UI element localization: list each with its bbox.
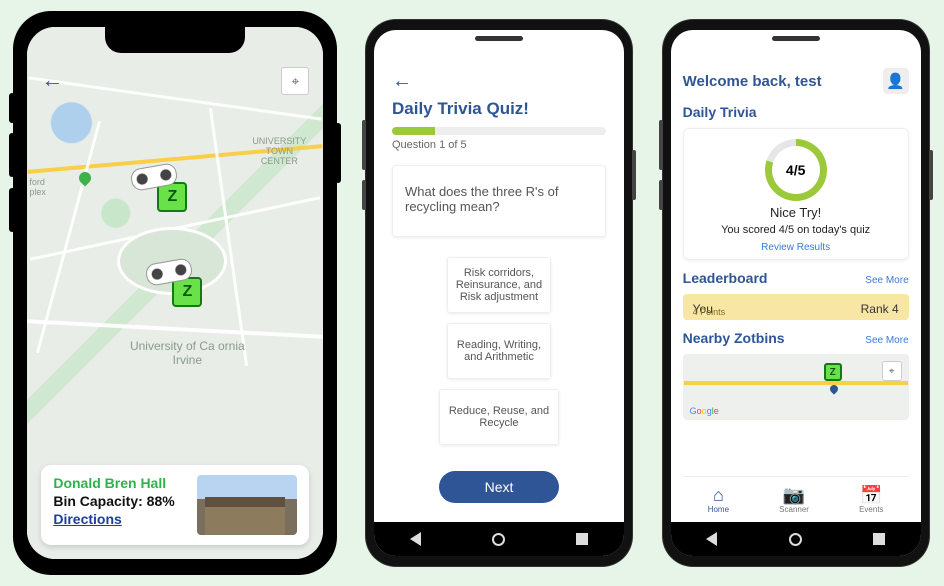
side-button xyxy=(335,123,341,183)
bin-capacity: Bin Capacity: 88% xyxy=(53,493,187,509)
home-header: Welcome back, test 👤 xyxy=(683,68,909,94)
trivia-headline: Nice Try! xyxy=(770,205,821,220)
trivia-card: 4/5 Nice Try! You scored 4/5 on today's … xyxy=(683,128,909,260)
quiz-progress xyxy=(392,127,606,135)
nav-recent-icon[interactable] xyxy=(873,533,885,545)
quiz-progress-fill xyxy=(392,127,435,135)
see-more-link[interactable]: See More xyxy=(865,275,908,286)
google-logo: Google xyxy=(690,406,719,416)
tab-events[interactable]: 📅 Events xyxy=(859,486,883,514)
status-bar xyxy=(671,30,921,56)
tab-home[interactable]: ⌂ Home xyxy=(708,486,729,514)
tab-label: Scanner xyxy=(779,505,809,514)
camera-icon: 📷 xyxy=(783,486,805,504)
phone-map: Z Z UNIVERSITY TOWN CENTER University of… xyxy=(15,13,335,573)
calendar-icon: 📅 xyxy=(860,486,882,504)
nav-home-icon[interactable] xyxy=(789,533,802,546)
side-button xyxy=(632,150,636,200)
answer-option[interactable]: Reading, Writing, and Arithmetic xyxy=(447,323,551,379)
leaderboard-points: 4 Points xyxy=(693,307,726,317)
tab-label: Events xyxy=(859,505,883,514)
section-title: Leaderboard xyxy=(683,270,768,286)
speaker xyxy=(475,36,523,41)
review-results-link[interactable]: Review Results xyxy=(761,242,830,253)
map-label-town-center: UNIVERSITY TOWN CENTER xyxy=(249,137,309,167)
home-body: Welcome back, test 👤 Daily Trivia 4/5 Ni… xyxy=(671,56,921,522)
map-poi-pin[interactable] xyxy=(77,170,94,187)
home-icon: ⌂ xyxy=(713,486,724,504)
locate-button[interactable]: ⌖ xyxy=(882,361,902,381)
zotbin-marker[interactable]: Z xyxy=(172,277,202,307)
map-label-uci: University of Ca ornia Irvine xyxy=(127,339,247,367)
leaderboard-row-you[interactable]: You Rank 4 4 Points xyxy=(683,294,909,320)
see-more-link[interactable]: See More xyxy=(865,335,908,346)
side-button xyxy=(929,150,933,200)
nav-back-icon[interactable] xyxy=(706,532,717,546)
bottom-tabbar: ⌂ Home 📷 Scanner 📅 Events xyxy=(683,476,909,522)
map-road xyxy=(684,381,908,385)
tab-scanner[interactable]: 📷 Scanner xyxy=(779,486,809,514)
nav-home-icon[interactable] xyxy=(492,533,505,546)
side-button xyxy=(9,188,15,232)
bin-title: Donald Bren Hall xyxy=(53,475,187,491)
question-card: What does the three R's of recycling mea… xyxy=(392,165,606,237)
phone-home: Welcome back, test 👤 Daily Trivia 4/5 Ni… xyxy=(663,20,929,566)
map-road xyxy=(209,108,248,366)
score-ring: 4/5 xyxy=(765,139,827,201)
side-button xyxy=(9,93,15,123)
side-button xyxy=(659,180,663,210)
quiz-body: ← Daily Trivia Quiz! Question 1 of 5 Wha… xyxy=(374,56,624,522)
side-button xyxy=(362,180,366,210)
speaker xyxy=(772,36,820,41)
trivia-subtext: You scored 4/5 on today's quiz xyxy=(721,224,870,236)
bin-info-text: Donald Bren Hall Bin Capacity: 88% Direc… xyxy=(53,475,187,535)
welcome-text: Welcome back, test xyxy=(683,73,822,90)
map-road xyxy=(27,319,323,338)
nearby-minimap[interactable]: Z ⌖ Google xyxy=(683,354,909,420)
map-road xyxy=(36,121,101,354)
nav-back-icon[interactable] xyxy=(410,532,421,546)
tab-label: Home xyxy=(708,505,729,514)
quiz-title: Daily Trivia Quiz! xyxy=(392,99,606,119)
side-button xyxy=(659,120,663,170)
section-leaderboard-header: Leaderboard See More xyxy=(683,270,909,286)
android-navbar xyxy=(374,522,624,556)
android-navbar xyxy=(671,522,921,556)
zotbin-marker[interactable]: Z xyxy=(157,182,187,212)
nav-recent-icon[interactable] xyxy=(576,533,588,545)
phone3-screen: Welcome back, test 👤 Daily Trivia 4/5 Ni… xyxy=(671,30,921,556)
zotbin-marker[interactable]: Z xyxy=(824,363,842,381)
back-arrow-icon[interactable]: ← xyxy=(41,67,63,93)
bin-info-card: Donald Bren Hall Bin Capacity: 88% Direc… xyxy=(41,465,309,545)
answer-option[interactable]: Risk corridors, Reinsurance, and Risk ad… xyxy=(447,257,551,313)
next-button[interactable]: Next xyxy=(439,471,559,503)
directions-link[interactable]: Directions xyxy=(53,511,187,527)
section-trivia-header: Daily Trivia xyxy=(683,104,909,120)
back-arrow-icon[interactable]: ← xyxy=(392,70,606,93)
side-button xyxy=(9,133,15,177)
map-road xyxy=(29,76,323,120)
section-nearby-header: Nearby Zotbins See More xyxy=(683,330,909,346)
question-counter: Question 1 of 5 xyxy=(392,139,606,151)
section-title: Daily Trivia xyxy=(683,104,757,120)
locate-button[interactable]: ⌖ xyxy=(281,67,309,95)
phone-trivia-quiz: ← Daily Trivia Quiz! Question 1 of 5 Wha… xyxy=(366,20,632,566)
user-location-pin xyxy=(828,383,839,394)
phone2-screen: ← Daily Trivia Quiz! Question 1 of 5 Wha… xyxy=(374,30,624,556)
section-title: Nearby Zotbins xyxy=(683,330,785,346)
bin-photo xyxy=(197,475,297,535)
answer-options: Risk corridors, Reinsurance, and Risk ad… xyxy=(392,257,606,445)
map-label-ford: ford plex xyxy=(29,177,46,197)
profile-avatar[interactable]: 👤 xyxy=(883,68,909,94)
status-bar xyxy=(374,30,624,56)
answer-option[interactable]: Reduce, Reuse, and Recycle xyxy=(439,389,559,445)
side-button xyxy=(362,120,366,170)
leaderboard-rank: Rank 4 xyxy=(861,302,899,316)
notch xyxy=(105,27,245,53)
score-text: 4/5 xyxy=(772,146,820,194)
phone1-screen: Z Z UNIVERSITY TOWN CENTER University of… xyxy=(27,27,323,559)
